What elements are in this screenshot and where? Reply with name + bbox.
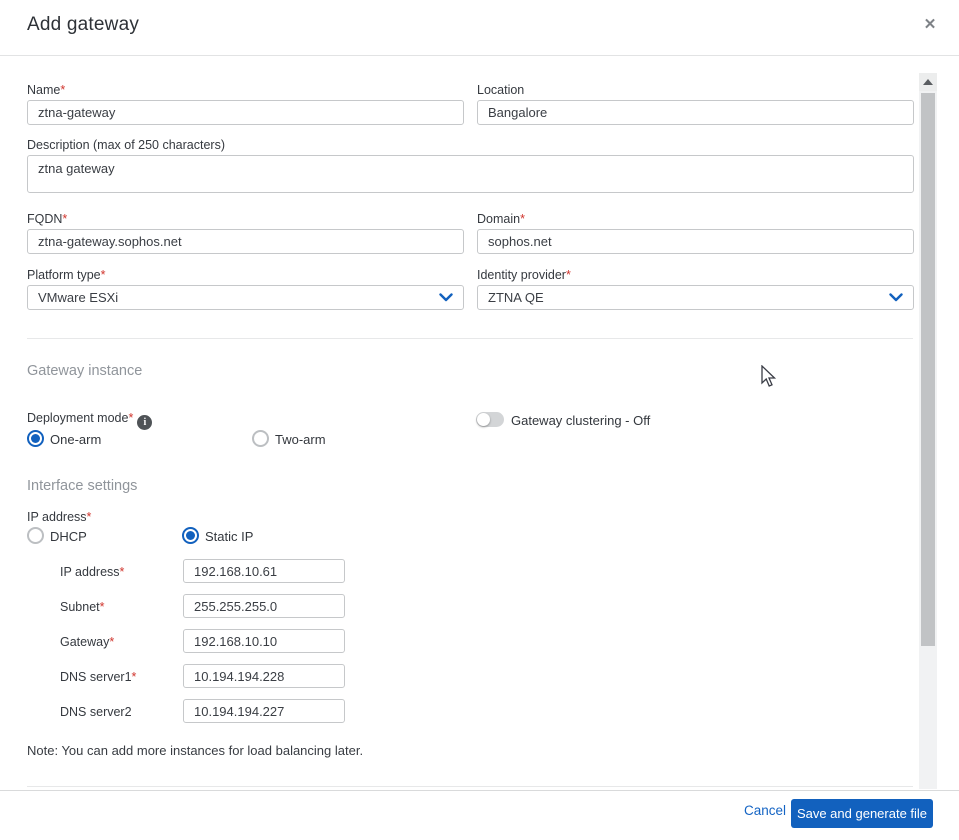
two-arm-radio-label: Two-arm <box>275 432 326 447</box>
scrollbar-thumb[interactable] <box>921 93 935 646</box>
dialog-title: Add gateway <box>27 14 140 35</box>
domain-label: Domain* <box>477 212 525 226</box>
dns-server1-label: DNS server1* <box>60 670 137 684</box>
name-input[interactable] <box>27 100 464 125</box>
close-icon[interactable]: ✕ <box>921 16 939 34</box>
domain-input[interactable] <box>477 229 914 254</box>
deployment-mode-label: Deployment mode* i <box>27 411 153 430</box>
static-ip-radio-label: Static IP <box>205 529 254 544</box>
description-label: Description (max of 250 characters) <box>27 138 225 152</box>
mouse-cursor <box>761 365 777 387</box>
required-marker: * <box>565 268 571 282</box>
subnet-input[interactable] <box>183 594 345 618</box>
required-marker: * <box>60 83 66 97</box>
identity-provider-select[interactable] <box>477 285 914 310</box>
gateway-instance-section-title: Gateway instance <box>27 363 143 379</box>
one-arm-radio-label: One-arm <box>50 432 102 447</box>
gateway-ip-input[interactable] <box>183 629 345 653</box>
add-gateway-dialog: Add gateway ✕ Name* Location Description… <box>0 0 959 840</box>
one-arm-radio[interactable] <box>27 430 44 447</box>
required-marker: * <box>86 510 92 524</box>
location-label: Location <box>477 83 525 97</box>
dialog-footer: Cancel Save and generate file <box>0 790 959 840</box>
dhcp-radio[interactable] <box>27 527 44 544</box>
interface-settings-section-title: Interface settings <box>27 478 138 494</box>
gateway-ip-label: Gateway* <box>60 635 115 649</box>
dns-server2-label: DNS server2 <box>60 705 132 719</box>
platform-type-select[interactable] <box>27 285 464 310</box>
static-ip-address-label: IP address* <box>60 565 125 579</box>
dns-server1-input[interactable] <box>183 664 345 688</box>
gateway-clustering-toggle[interactable] <box>476 412 504 427</box>
description-textarea[interactable]: ztna gateway <box>27 155 914 193</box>
name-label: Name* <box>27 83 66 97</box>
subnet-label: Subnet* <box>60 600 105 614</box>
bottom-content-divider <box>27 786 913 787</box>
scroll-up-icon <box>923 79 933 85</box>
required-marker: * <box>128 411 134 425</box>
required-marker: * <box>131 670 137 684</box>
scrollbar-up-button[interactable] <box>919 73 937 91</box>
dns-server2-input[interactable] <box>183 699 345 723</box>
platform-type-label: Platform type* <box>27 268 106 282</box>
load-balancing-note: Note: You can add more instances for loa… <box>27 743 364 758</box>
location-input[interactable] <box>477 100 914 125</box>
required-marker: * <box>119 565 125 579</box>
toggle-knob <box>477 413 490 426</box>
fqdn-input[interactable] <box>27 229 464 254</box>
fqdn-label: FQDN* <box>27 212 68 226</box>
static-ip-address-input[interactable] <box>183 559 345 583</box>
cancel-button[interactable]: Cancel <box>744 803 786 818</box>
dhcp-radio-label: DHCP <box>50 529 87 544</box>
static-ip-radio[interactable] <box>182 527 199 544</box>
identity-provider-label: Identity provider* <box>477 268 571 282</box>
two-arm-radio[interactable] <box>252 430 269 447</box>
required-marker: * <box>62 212 68 226</box>
required-marker: * <box>100 268 106 282</box>
required-marker: * <box>109 635 115 649</box>
gateway-clustering-label: Gateway clustering - Off <box>511 413 651 428</box>
required-marker: * <box>520 212 525 226</box>
scrollbar-track[interactable] <box>919 73 937 789</box>
info-icon[interactable]: i <box>137 415 153 430</box>
section-divider <box>27 338 913 339</box>
dialog-header: Add gateway ✕ <box>0 0 959 56</box>
save-and-generate-button[interactable]: Save and generate file <box>791 799 933 828</box>
required-marker: * <box>99 600 105 614</box>
ip-address-mode-label: IP address* <box>27 510 92 524</box>
